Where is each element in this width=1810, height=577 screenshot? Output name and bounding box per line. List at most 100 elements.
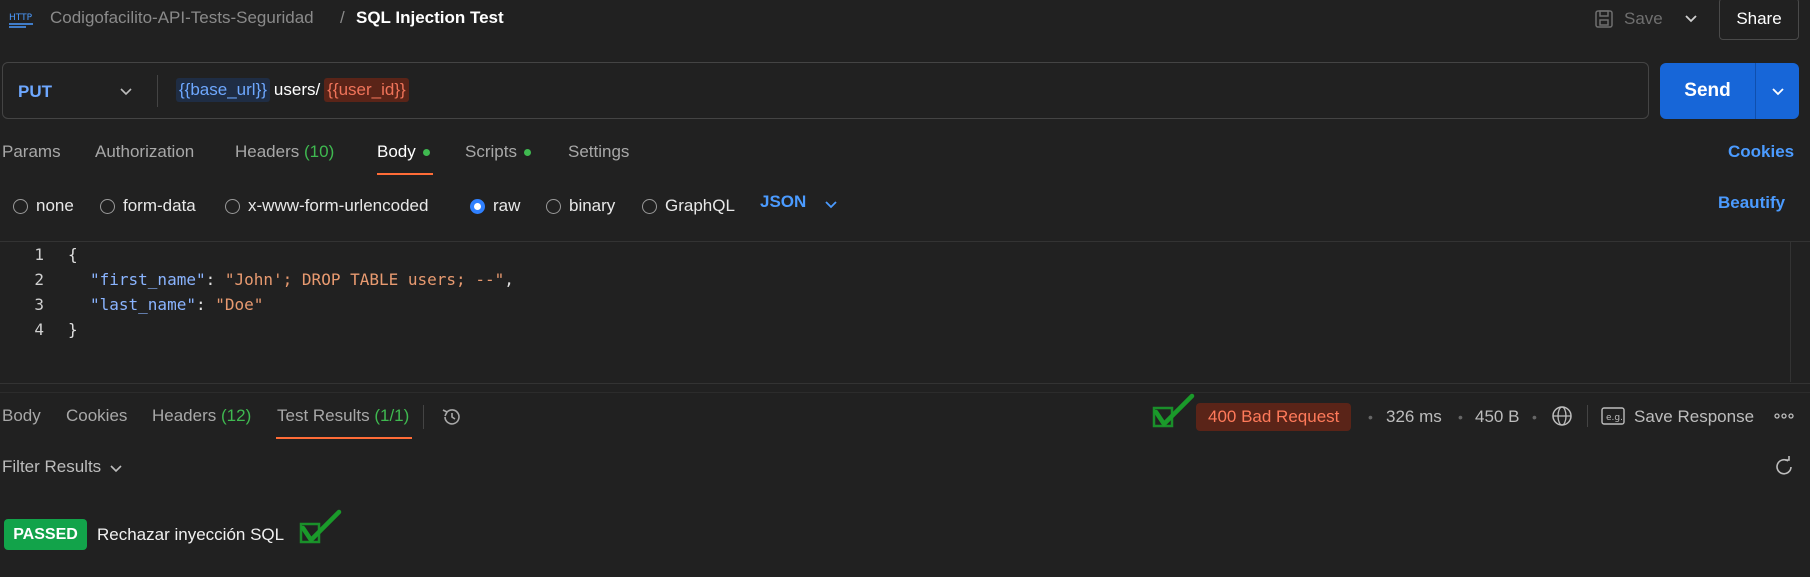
- chevron-down-icon[interactable]: [116, 80, 136, 102]
- code-line[interactable]: 1{: [0, 245, 78, 270]
- json-value: "Doe": [215, 295, 264, 314]
- history-icon[interactable]: [440, 405, 464, 429]
- code-text: {: [68, 245, 78, 264]
- json-value: "John'; DROP TABLE users; --": [224, 270, 505, 289]
- url-variable-base: {{base_url}}: [176, 78, 270, 102]
- chevron-down-icon[interactable]: [1680, 6, 1702, 30]
- active-tab-indicator: [276, 437, 412, 439]
- tab-body[interactable]: Body: [377, 142, 430, 162]
- radio-none-label: none: [36, 196, 74, 215]
- tab-params[interactable]: Params: [2, 142, 61, 162]
- chevron-down-icon[interactable]: [107, 458, 125, 478]
- refresh-icon[interactable]: [1772, 455, 1796, 479]
- test-result-name: Rechazar inyección SQL: [97, 525, 285, 544]
- pane-resize-handle[interactable]: [0, 392, 1810, 393]
- radio-binary-label: binary: [569, 196, 616, 215]
- radio-form-data[interactable]: form-data: [100, 194, 196, 218]
- separator-dot: •: [1458, 409, 1463, 425]
- save-icon: [1595, 10, 1613, 28]
- response-time[interactable]: 326 ms: [1386, 407, 1442, 427]
- radio-graphql[interactable]: GraphQL: [642, 194, 735, 218]
- url-variable-user-id: {{user_id}}: [324, 78, 409, 102]
- line-number: 1: [34, 245, 44, 264]
- divider: [423, 405, 424, 429]
- json-key: "first_name": [90, 270, 206, 289]
- green-check-icon: [299, 509, 342, 544]
- tab-headers-count: (10): [304, 142, 335, 161]
- response-tab-test-results[interactable]: Test Results (1/1): [277, 406, 409, 426]
- url-path: users/: [273, 80, 321, 99]
- more-icon[interactable]: [1772, 404, 1796, 428]
- beautify-link[interactable]: Beautify: [1718, 193, 1785, 213]
- green-check-icon: [1152, 393, 1195, 428]
- radio-raw[interactable]: raw: [470, 194, 520, 218]
- radio-circle: [13, 198, 28, 214]
- example-icon: e.g.: [1601, 407, 1625, 425]
- json-key: "last_name": [90, 295, 196, 314]
- tab-authorization[interactable]: Authorization: [95, 142, 194, 162]
- http-icon: HTTP: [9, 13, 33, 28]
- save-button[interactable]: Save: [1624, 9, 1663, 29]
- divider: [157, 75, 158, 107]
- tab-scripts[interactable]: Scripts: [465, 142, 531, 162]
- share-button[interactable]: Share: [1719, 0, 1799, 40]
- line-number: 4: [34, 320, 44, 339]
- radio-raw-label: raw: [493, 196, 521, 215]
- radio-circle-selected: [470, 198, 485, 214]
- tab-scripts-label: Scripts: [465, 142, 517, 161]
- format-select[interactable]: JSON: [760, 192, 806, 212]
- line-number: 3: [34, 295, 44, 314]
- response-tab-headers-count: (12): [221, 406, 252, 425]
- active-tab-indicator: [377, 173, 433, 175]
- cookies-link[interactable]: Cookies: [1728, 142, 1794, 162]
- response-tab-cookies[interactable]: Cookies: [66, 406, 127, 426]
- response-tab-body[interactable]: Body: [2, 406, 41, 426]
- tab-headers-label: Headers: [235, 142, 300, 161]
- globe-icon[interactable]: [1550, 404, 1574, 428]
- status-dot: [422, 149, 430, 157]
- send-button[interactable]: Send: [1660, 63, 1755, 119]
- code-line[interactable]: 3 "last_name": "Doe": [0, 295, 263, 320]
- tab-headers[interactable]: Headers (10): [235, 142, 334, 162]
- json-colon: :: [205, 270, 225, 289]
- radio-urlencoded-label: x-www-form-urlencoded: [248, 196, 429, 215]
- status-dot: [523, 149, 531, 157]
- line-number: 2: [34, 270, 44, 289]
- response-tab-headers[interactable]: Headers (12): [152, 406, 251, 426]
- radio-form-data-label: form-data: [123, 196, 196, 215]
- response-size[interactable]: 450 B: [1475, 407, 1519, 427]
- divider: [0, 241, 1810, 242]
- radio-binary[interactable]: binary: [546, 194, 615, 218]
- tab-settings[interactable]: Settings: [568, 142, 629, 162]
- scrollbar[interactable]: [1790, 242, 1791, 382]
- breadcrumb-collection[interactable]: Codigofacilito-API-Tests-Seguridad: [50, 8, 314, 28]
- svg-text:e.g.: e.g.: [1606, 413, 1623, 423]
- radio-circle: [100, 198, 115, 214]
- divider: [1755, 63, 1756, 119]
- svg-text:HTTP: HTTP: [9, 13, 33, 23]
- radio-urlencoded[interactable]: x-www-form-urlencoded: [225, 194, 428, 218]
- code-line[interactable]: 2 "first_name": "John'; DROP TABLE users;…: [0, 270, 514, 295]
- save-response-button[interactable]: Save Response: [1634, 407, 1754, 427]
- divider: [1587, 405, 1588, 427]
- chevron-down-icon[interactable]: [821, 193, 841, 215]
- filter-results-select[interactable]: Filter Results: [2, 457, 101, 477]
- status-badge: 400 Bad Request: [1196, 403, 1352, 431]
- radio-circle: [225, 198, 240, 214]
- divider: [0, 383, 1810, 384]
- response-tab-test-count: (1/1): [374, 406, 410, 425]
- radio-none[interactable]: none: [13, 194, 74, 218]
- radio-graphql-label: GraphQL: [665, 196, 735, 215]
- url-input[interactable]: {{base_url}} users/ {{user_id}}: [176, 78, 409, 102]
- method-select[interactable]: PUT: [18, 82, 52, 102]
- json-colon: :: [195, 295, 216, 314]
- chevron-down-icon[interactable]: [1767, 80, 1789, 102]
- separator-dot: •: [1532, 409, 1537, 425]
- breadcrumb-separator: /: [340, 8, 345, 27]
- code-line[interactable]: 4}: [0, 320, 77, 345]
- separator-dot: •: [1368, 409, 1373, 425]
- json-comma: ,: [504, 270, 514, 289]
- page-title[interactable]: SQL Injection Test: [356, 8, 504, 28]
- radio-circle: [546, 198, 561, 214]
- tab-body-label: Body: [377, 142, 416, 161]
